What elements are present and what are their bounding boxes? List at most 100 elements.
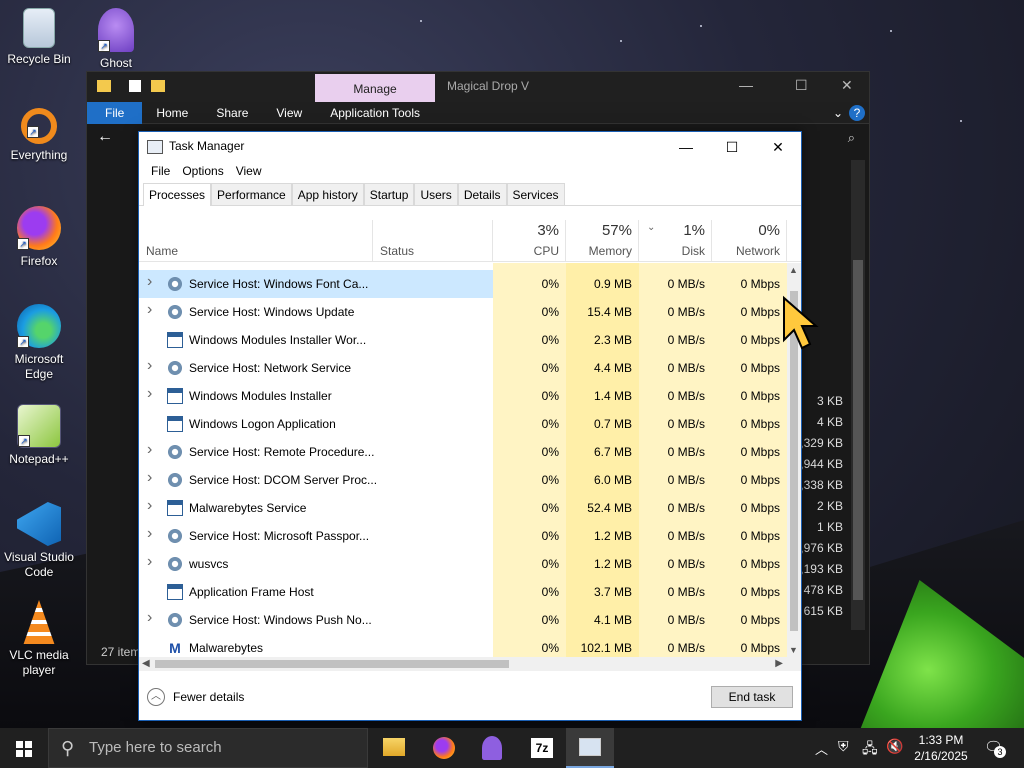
process-disk-value: 0 MB/s <box>667 613 705 627</box>
process-row[interactable]: Windows Logon Application 0% 0.7 MB 0 MB/s 0… <box>139 410 787 438</box>
horizontal-scrollbar[interactable]: ◀ ▶ <box>139 657 801 671</box>
security-icon[interactable]: ⛨ <box>838 738 849 755</box>
column-header-disk[interactable]: ⌄ 1% Disk <box>639 220 712 262</box>
tab-startup[interactable]: Startup <box>363 183 415 205</box>
taskbar-ghost[interactable] <box>468 728 516 768</box>
maximize-button[interactable]: ☐ <box>795 77 808 94</box>
ribbon-tab-view[interactable]: View <box>262 102 316 124</box>
process-row[interactable]: › Service Host: Windows Font Ca... 0% 0.9 M… <box>139 270 787 298</box>
scroll-down-icon[interactable]: ▼ <box>789 645 798 655</box>
taskbar-task-manager[interactable] <box>566 728 614 768</box>
tab-manage[interactable]: Manage <box>315 74 435 102</box>
ghost-icon <box>482 736 502 760</box>
desktop-icon-firefox[interactable]: ↗ Firefox <box>1 206 77 269</box>
column-header-memory[interactable]: 57% Memory <box>566 220 639 262</box>
chevron-down-icon[interactable]: ⌄ <box>827 102 849 124</box>
process-cpu-value: 0% <box>541 333 559 347</box>
ribbon-tab-file[interactable]: File <box>87 101 143 124</box>
tab-app-history[interactable]: App history <box>291 183 364 205</box>
fewer-details-button[interactable]: ︿ Fewer details <box>147 688 244 706</box>
scroll-right-icon[interactable]: ▶ <box>775 658 783 669</box>
chevron-up-icon[interactable]: ︿ <box>815 739 828 758</box>
taskbar-search-box[interactable]: ⚲ Type here to search <box>48 728 368 768</box>
expand-chevron-icon[interactable]: › <box>147 525 152 543</box>
taskbar-7zip[interactable]: 7z <box>518 728 566 768</box>
ribbon-tab-home[interactable]: Home <box>142 102 202 124</box>
checkbox-icon[interactable] <box>129 80 141 92</box>
process-row[interactable]: › Service Host: Microsoft Passpor... 0% 1.2… <box>139 522 787 550</box>
ribbon-tab-application-tools[interactable]: Application Tools <box>316 102 434 124</box>
process-row[interactable]: › Service Host: Remote Procedure... 0% 6.7 … <box>139 438 787 466</box>
expand-chevron-icon[interactable]: › <box>147 385 152 403</box>
process-row[interactable]: › Service Host: Windows Update 0% 15.4 MB 0 … <box>139 298 787 326</box>
back-arrow-icon[interactable]: ← <box>97 128 113 146</box>
network-total: 0% <box>758 222 780 239</box>
task-manager-window[interactable]: Task Manager — ☐ ✕ File Options View Pro… <box>138 131 802 721</box>
minimize-button[interactable]: — <box>663 134 709 160</box>
desktop-icon-everything[interactable]: ↗ Everything <box>1 108 77 163</box>
scroll-left-icon[interactable]: ◀ <box>142 658 150 669</box>
menu-view[interactable]: View <box>230 164 268 178</box>
column-header-cpu[interactable]: 3% CPU <box>493 220 566 262</box>
process-row[interactable]: › Service Host: Windows Push No... 0% 4.1 M… <box>139 606 787 634</box>
minimize-button[interactable]: — <box>739 77 753 93</box>
process-row[interactable]: › Malwarebytes Service 0% 52.4 MB 0 MB/s 0 Mb… <box>139 494 787 522</box>
column-label: Memory <box>588 244 632 258</box>
process-row[interactable]: › Service Host: DCOM Server Proc... 0% 6.0 … <box>139 466 787 494</box>
expand-chevron-icon[interactable]: › <box>147 497 152 515</box>
task-manager-titlebar[interactable]: Task Manager — ☐ ✕ <box>139 132 801 160</box>
close-button[interactable]: ✕ <box>841 77 853 94</box>
expand-chevron-icon[interactable]: › <box>147 301 152 319</box>
menu-options[interactable]: Options <box>176 164 229 178</box>
close-button[interactable]: ✕ <box>755 134 801 160</box>
desktop-icon-vscode[interactable]: Visual Studio Code <box>1 502 77 580</box>
tab-processes[interactable]: Processes <box>143 183 212 206</box>
help-icon[interactable]: ? <box>849 104 865 121</box>
scroll-up-icon[interactable]: ▲ <box>789 265 798 275</box>
explorer-scrollbar[interactable] <box>851 160 865 630</box>
desktop-icon-microsoft-edge[interactable]: ↗ Microsoft Edge <box>1 304 77 382</box>
column-header-status[interactable]: Status <box>373 220 493 262</box>
tab-details[interactable]: Details <box>457 183 507 205</box>
tab-services[interactable]: Services <box>506 183 565 205</box>
desktop-icon-recycle-bin[interactable]: Recycle Bin <box>1 8 77 67</box>
process-row[interactable]: › Service Host: Network Service 0% 4.4 MB 0 … <box>139 354 787 382</box>
process-list[interactable]: › Service Host: Windows Font Ca... 0% 0.9 M… <box>139 263 787 657</box>
expand-chevron-icon[interactable]: › <box>147 553 152 571</box>
process-disk-value: 0 MB/s <box>667 445 705 459</box>
taskbar-firefox[interactable] <box>420 728 468 768</box>
process-row[interactable]: › Windows Modules Installer 0% 1.4 MB 0 MB/s… <box>139 382 787 410</box>
clock[interactable]: 1:33 PM 2/16/2025 <box>910 732 972 764</box>
process-row[interactable]: Windows Modules Installer Wor... 0% 2.3 MB… <box>139 326 787 354</box>
notification-center-button[interactable]: 🗨 3 <box>982 736 1008 760</box>
column-header-name[interactable]: Name <box>139 220 373 262</box>
end-task-button[interactable]: End task <box>711 686 793 708</box>
desktop-icon-vlc[interactable]: VLC media player <box>1 600 77 678</box>
expand-chevron-icon[interactable]: › <box>147 469 152 487</box>
search-icon[interactable]: ⌕ <box>848 130 855 146</box>
process-row[interactable]: › wusvcs 0% 1.2 MB 0 MB/s 0 Mbps <box>139 550 787 578</box>
volume-muted-icon[interactable]: 🔇 <box>886 738 903 755</box>
tab-users[interactable]: Users <box>414 183 458 205</box>
scroll-thumb[interactable] <box>155 660 509 668</box>
expand-chevron-icon[interactable]: › <box>147 273 152 291</box>
column-header-network[interactable]: 0% Network <box>712 220 787 262</box>
desktop-icon-notepadpp[interactable]: ↗ Notepad++ <box>1 404 77 467</box>
expand-chevron-icon[interactable]: › <box>147 441 152 459</box>
taskbar-file-explorer[interactable] <box>370 728 418 768</box>
expand-chevron-icon[interactable]: › <box>147 609 152 627</box>
process-row[interactable]: M Malwarebytes 0% 102.1 MB 0 MB/s 0 Mbps <box>139 634 787 657</box>
process-name: Malwarebytes <box>189 641 264 655</box>
explorer-titlebar[interactable]: Manage Magical Drop V — ☐ ✕ <box>87 72 869 102</box>
menu-file[interactable]: File <box>145 164 176 178</box>
desktop-icon-ghost[interactable]: ↗ Ghost <box>78 8 154 71</box>
ribbon-tab-share[interactable]: Share <box>202 102 262 124</box>
start-button[interactable] <box>0 728 48 768</box>
maximize-button[interactable]: ☐ <box>709 134 755 160</box>
tab-performance[interactable]: Performance <box>211 183 292 205</box>
process-cpu-value: 0% <box>541 529 559 543</box>
network-icon[interactable]: 🖧 <box>862 738 878 762</box>
expand-chevron-icon[interactable]: › <box>147 357 152 375</box>
process-row[interactable]: Application Frame Host 0% 3.7 MB 0 MB/s 0 Mb… <box>139 578 787 606</box>
gear-icon <box>167 528 183 544</box>
